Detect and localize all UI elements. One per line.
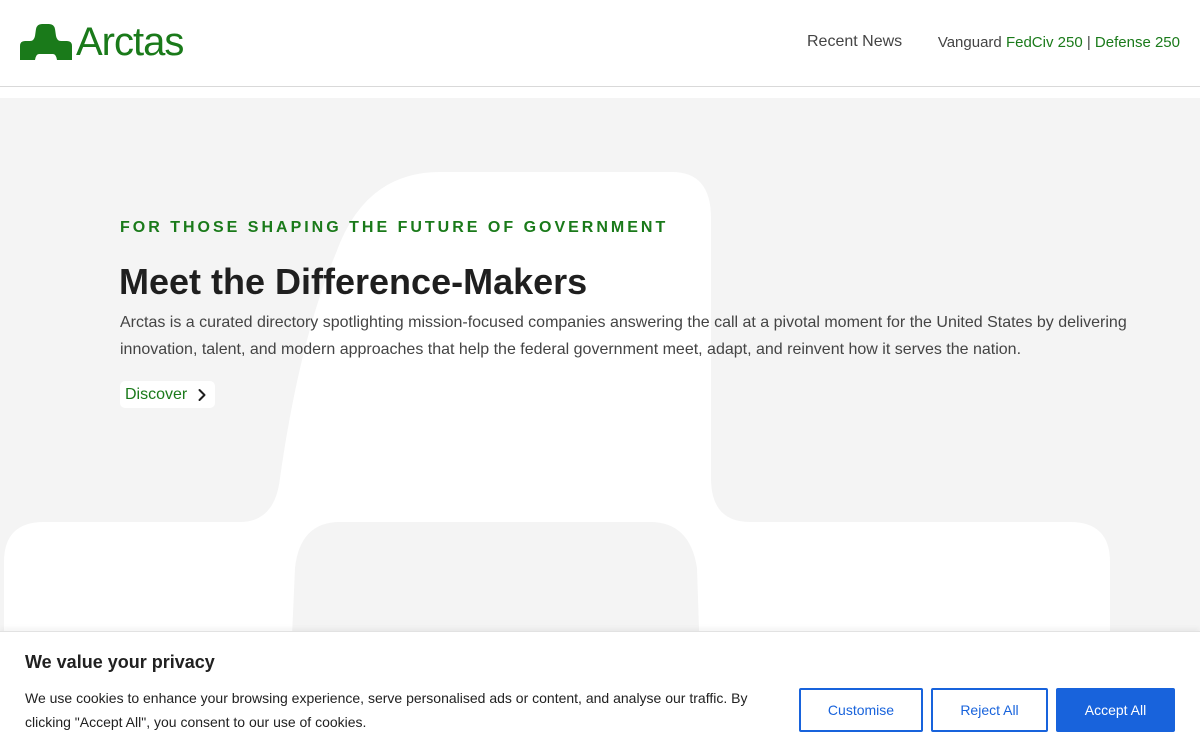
customise-button[interactable]: Customise — [799, 688, 923, 732]
site-header: Arctas Recent News Vanguard FedCiv 250 |… — [0, 0, 1200, 87]
hero-eyebrow: FOR THOSE SHAPING THE FUTURE OF GOVERNME… — [120, 219, 669, 236]
site-logo[interactable]: Arctas — [20, 20, 184, 64]
nav-separator: | — [1086, 34, 1091, 51]
accept-all-button[interactable]: Accept All — [1056, 688, 1175, 732]
logo-wordmark: Arctas — [76, 20, 184, 64]
logo-mark-icon — [20, 24, 72, 60]
hero-title: Meet the Difference-Makers — [119, 261, 588, 302]
reject-all-button[interactable]: Reject All — [931, 688, 1048, 732]
vanguard-label: Vanguard — [937, 34, 1002, 51]
nav-recent-news[interactable]: Recent News — [807, 33, 902, 51]
hero-description: Arctas is a curated directory spotlighti… — [120, 314, 1127, 358]
nav-vanguard: Vanguard FedCiv 250 | Defense 250 — [938, 34, 1180, 51]
chevron-right-icon — [198, 388, 206, 401]
cookie-consent-banner: We value your privacy We use cookies to … — [0, 631, 1200, 750]
nav-defense-250[interactable]: Defense 250 — [1095, 34, 1180, 51]
discover-button[interactable]: Discover — [120, 381, 216, 408]
cookie-description: We use cookies to enhance your browsing … — [25, 690, 748, 730]
discover-label: Discover — [125, 385, 188, 403]
cookie-title: We value your privacy — [25, 652, 215, 672]
nav-fedciv-250[interactable]: FedCiv 250 — [1006, 34, 1083, 51]
